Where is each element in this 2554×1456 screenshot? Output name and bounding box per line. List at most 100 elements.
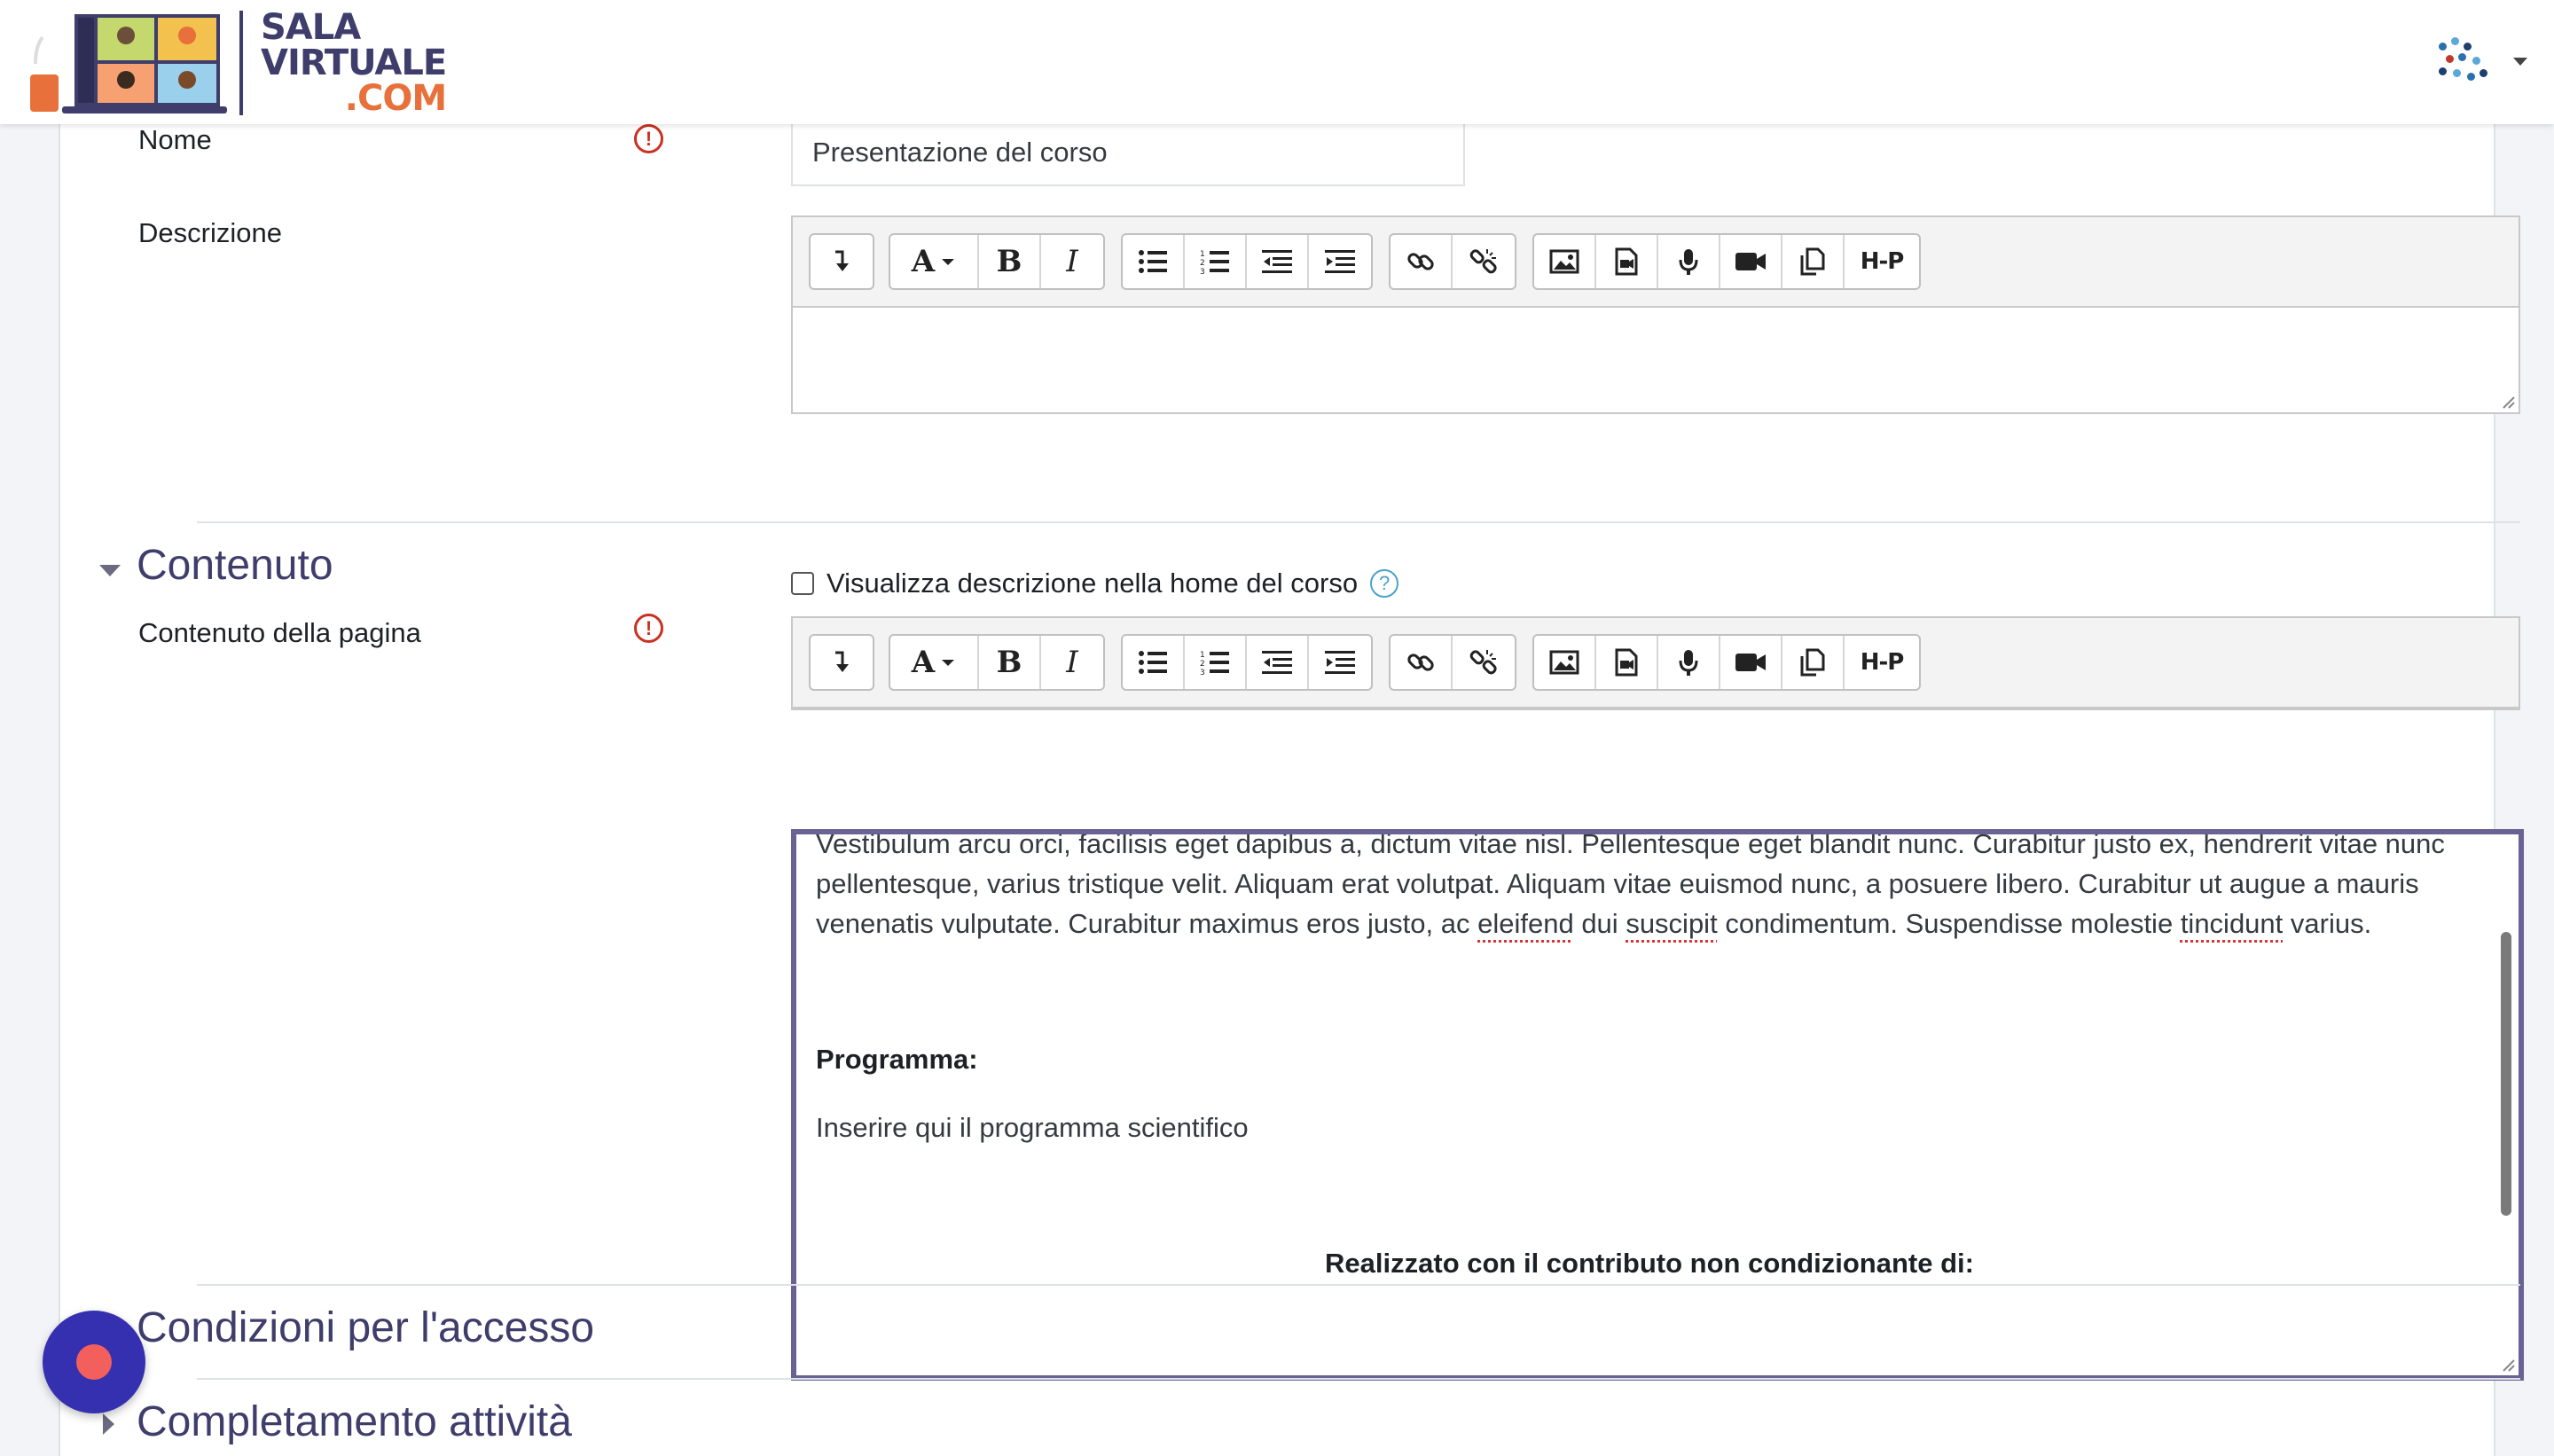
media-icon[interactable]	[1596, 636, 1658, 689]
toolbar-group-style: A B I	[889, 233, 1105, 290]
unlink-icon[interactable]	[1453, 636, 1515, 689]
paragraph-text-4: varius.	[2290, 908, 2372, 939]
bold-icon[interactable]: B	[979, 636, 1041, 689]
italic-icon[interactable]: I	[1041, 636, 1103, 689]
outdent-icon[interactable]	[1247, 636, 1309, 689]
outdent-icon[interactable]	[1247, 235, 1309, 288]
font-glyph: A	[911, 244, 936, 279]
logo-laptop-illustration	[27, 11, 229, 115]
sponsor-text: Realizzato con il contributo non condizi…	[1325, 1248, 1974, 1279]
svg-text:2: 2	[1200, 660, 1205, 669]
toolbar-group-media: H-P	[1532, 634, 1921, 691]
description-label: Descrizione	[138, 217, 282, 248]
h5p-icon[interactable]: H-P	[1845, 235, 1919, 288]
content-text[interactable]: Vestibulum arcu orci, facilisis eget dap…	[816, 834, 2483, 1283]
svg-text:3: 3	[1200, 669, 1205, 676]
svg-text:1: 1	[1200, 651, 1205, 660]
record-video-icon[interactable]	[1720, 235, 1782, 288]
avatar[interactable]	[2433, 34, 2488, 89]
show-description-label[interactable]: Visualizza descrizione nella home del co…	[827, 568, 1358, 599]
content-toolbar: A B I 123 H-P	[793, 618, 2519, 708]
link-icon[interactable]	[1391, 235, 1453, 288]
toolbar-group-style: A B I	[889, 634, 1105, 691]
svg-text:1: 1	[1200, 250, 1205, 259]
record-dot-icon	[76, 1344, 112, 1380]
toolbar-group-collapse	[809, 233, 874, 290]
description-textarea[interactable]	[793, 308, 2519, 412]
editor-scrollbar[interactable]	[2501, 932, 2511, 1216]
name-input[interactable]: Presentazione del corso	[791, 124, 1465, 186]
toolbar-group-media: H-P	[1532, 233, 1921, 290]
toolbar-group-lists: 123	[1121, 233, 1373, 290]
image-icon[interactable]	[1534, 235, 1596, 288]
section-title-activity-completion[interactable]: Completamento attività	[137, 1397, 572, 1446]
resize-handle-icon[interactable]	[2501, 1358, 2515, 1372]
content-editor-toolbar-frame: A B I 123 H-P	[791, 616, 2520, 710]
divider	[197, 1378, 2520, 1380]
description-editor[interactable]: A B I 123 H-P	[791, 215, 2520, 414]
show-description-row: Visualizza descrizione nella home del co…	[791, 568, 1399, 599]
logo-text: SALA VIRTUALE .COM	[261, 7, 447, 119]
font-style-icon[interactable]: A	[890, 636, 979, 689]
manage-files-icon[interactable]	[1782, 636, 1845, 689]
record-audio-icon[interactable]	[1658, 235, 1720, 288]
section-title-access-conditions[interactable]: Condizioni per l'accesso	[137, 1303, 594, 1352]
user-menu[interactable]	[2433, 34, 2527, 89]
collapse-caret-icon[interactable]	[99, 565, 121, 576]
italic-glyph: I	[1066, 244, 1078, 279]
svg-text:2: 2	[1200, 259, 1205, 268]
link-icon[interactable]	[1391, 636, 1453, 689]
indent-icon[interactable]	[1309, 235, 1371, 288]
help-icon[interactable]: ?	[1370, 569, 1399, 598]
site-logo[interactable]: SALA VIRTUALE .COM	[27, 7, 447, 119]
site-header: SALA VIRTUALE .COM	[0, 0, 2554, 124]
page-content-label: Contenuto della pagina	[138, 617, 421, 648]
expand-caret-icon[interactable]	[103, 1413, 114, 1435]
paragraph-text-2: dui	[1581, 908, 1618, 939]
divider	[197, 1284, 2520, 1286]
main-form-card: Nome ! Presentazione del corso Descrizio…	[59, 124, 2524, 1456]
misspelled-word[interactable]: tincidunt	[2181, 908, 2283, 939]
toolbar-group-links	[1389, 233, 1516, 290]
logo-separator	[239, 11, 243, 115]
content-paragraph: Vestibulum arcu orci, facilisis eget dap…	[816, 834, 2483, 943]
divider	[197, 521, 2520, 523]
collapse-icon[interactable]	[811, 235, 873, 288]
unordered-list-icon[interactable]	[1123, 636, 1185, 689]
misspelled-word[interactable]: suscipit	[1626, 908, 1717, 939]
logo-line-2: VIRTUALE	[261, 43, 447, 83]
page-content-editor[interactable]: Vestibulum arcu orci, facilisis eget dap…	[791, 829, 2524, 1381]
unlink-icon[interactable]	[1453, 235, 1515, 288]
image-icon[interactable]	[1534, 636, 1596, 689]
ordered-list-icon[interactable]: 123	[1185, 235, 1247, 288]
bold-icon[interactable]: B	[979, 235, 1041, 288]
italic-icon[interactable]: I	[1041, 235, 1103, 288]
required-icon: !	[634, 614, 663, 643]
media-icon[interactable]	[1596, 235, 1658, 288]
record-fab-button[interactable]	[43, 1311, 145, 1413]
show-description-checkbox[interactable]	[791, 572, 814, 595]
name-label: Nome	[138, 124, 212, 155]
collapse-icon[interactable]	[811, 636, 873, 689]
indent-icon[interactable]	[1309, 636, 1371, 689]
section-title-contenuto[interactable]: Contenuto	[137, 541, 333, 590]
resize-handle-icon[interactable]	[2501, 395, 2515, 409]
h5p-label: H-P	[1860, 649, 1905, 676]
record-video-icon[interactable]	[1720, 636, 1782, 689]
manage-files-icon[interactable]	[1782, 235, 1845, 288]
program-text[interactable]: Inserire qui il programma scientifico	[816, 1108, 2483, 1147]
unordered-list-icon[interactable]	[1123, 235, 1185, 288]
font-style-icon[interactable]: A	[890, 235, 979, 288]
font-glyph: A	[911, 645, 936, 680]
logo-line-3: .COM	[344, 78, 447, 119]
chevron-down-icon[interactable]	[2513, 57, 2527, 66]
toolbar-group-links	[1389, 634, 1516, 691]
h5p-icon[interactable]: H-P	[1845, 636, 1919, 689]
bold-glyph: B	[996, 244, 1022, 279]
toolbar-group-lists: 123	[1121, 634, 1373, 691]
logo-line-1: SALA	[261, 7, 361, 48]
ordered-list-icon[interactable]: 123	[1185, 636, 1247, 689]
record-audio-icon[interactable]	[1658, 636, 1720, 689]
misspelled-word[interactable]: eleifend	[1477, 908, 1574, 939]
program-heading: Programma:	[816, 1044, 978, 1075]
